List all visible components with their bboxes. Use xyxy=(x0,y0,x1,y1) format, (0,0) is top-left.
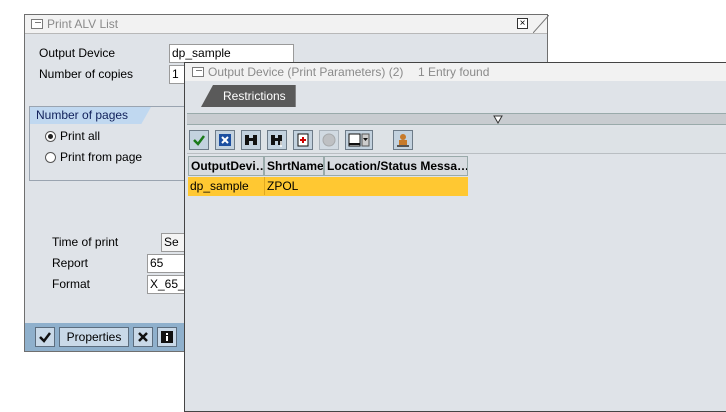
close-icon[interactable]: × xyxy=(517,18,528,29)
report-label: Report xyxy=(52,256,89,270)
output-device-label: Output Device xyxy=(39,46,116,60)
pages-group: Number of pages Print all Print from pag… xyxy=(29,106,199,181)
output-dialog-title: Output Device (Print Parameters) (2) xyxy=(208,65,404,79)
cancel-button[interactable] xyxy=(133,327,153,347)
binoculars-icon xyxy=(245,135,257,145)
report-field[interactable]: 65 xyxy=(147,254,187,273)
window-icon xyxy=(31,19,43,29)
view-menu-button[interactable] xyxy=(345,130,373,150)
cancel-x-icon xyxy=(138,332,148,342)
confirm-button[interactable] xyxy=(35,327,55,347)
personalize-button[interactable] xyxy=(393,130,413,150)
tab-restrictions[interactable]: Restrictions xyxy=(201,85,296,107)
disabled-circle-icon xyxy=(322,133,336,147)
print-from-page-label: Print from page xyxy=(60,150,143,164)
pages-group-header: Number of pages xyxy=(30,107,151,124)
resize-corner-icon xyxy=(533,15,549,33)
print-all-radio[interactable] xyxy=(45,131,56,142)
column-header-location-status[interactable]: Location/Status Messa… xyxy=(324,156,468,176)
info-icon xyxy=(161,331,173,343)
document-dropdown-icon xyxy=(348,133,370,147)
choose-button[interactable] xyxy=(189,130,209,150)
properties-button[interactable]: Properties xyxy=(59,327,129,347)
find-button[interactable] xyxy=(241,130,261,150)
print-all-label: Print all xyxy=(60,129,101,143)
column-header-output-device[interactable]: OutputDevi… xyxy=(188,156,264,176)
cancel-x-icon xyxy=(219,134,231,146)
format-field[interactable]: X_65_ xyxy=(147,275,187,294)
new-selection-button[interactable] xyxy=(293,130,313,150)
print-dialog-titlebar: Print ALV List × xyxy=(25,15,549,34)
find-next-button[interactable] xyxy=(267,130,287,150)
cell-output-device: dp_sample xyxy=(190,179,249,193)
history-button[interactable] xyxy=(319,130,339,150)
result-toolbar xyxy=(187,127,726,154)
document-new-icon xyxy=(297,133,309,147)
expand-triangle-icon xyxy=(493,115,503,124)
checkmark-icon xyxy=(39,332,51,343)
binoculars-plus-icon xyxy=(271,135,282,147)
output-device-dialog: Output Device (Print Parameters) (2) 1 E… xyxy=(184,62,726,412)
entries-found-text: 1 Entry found xyxy=(418,65,490,79)
cell-short-name: ZPOL xyxy=(264,177,325,195)
print-dialog-title: Print ALV List xyxy=(47,17,119,31)
window-icon xyxy=(192,67,204,77)
output-device-field[interactable]: dp_sample xyxy=(169,44,294,63)
print-from-page-radio[interactable] xyxy=(45,152,56,163)
format-label: Format xyxy=(52,277,91,291)
checkmark-icon xyxy=(193,135,205,146)
personalize-icon xyxy=(397,134,409,147)
copies-label: Number of copies xyxy=(39,67,134,81)
column-header-short-name[interactable]: ShrtName xyxy=(264,156,324,176)
cancel-button[interactable] xyxy=(215,130,235,150)
restrictions-splitter[interactable] xyxy=(187,113,726,125)
table-row[interactable]: dp_sample ZPOL xyxy=(188,177,468,196)
output-dialog-titlebar: Output Device (Print Parameters) (2) 1 E… xyxy=(185,63,726,81)
info-button[interactable] xyxy=(157,327,177,347)
time-of-print-label: Time of print xyxy=(52,235,119,249)
